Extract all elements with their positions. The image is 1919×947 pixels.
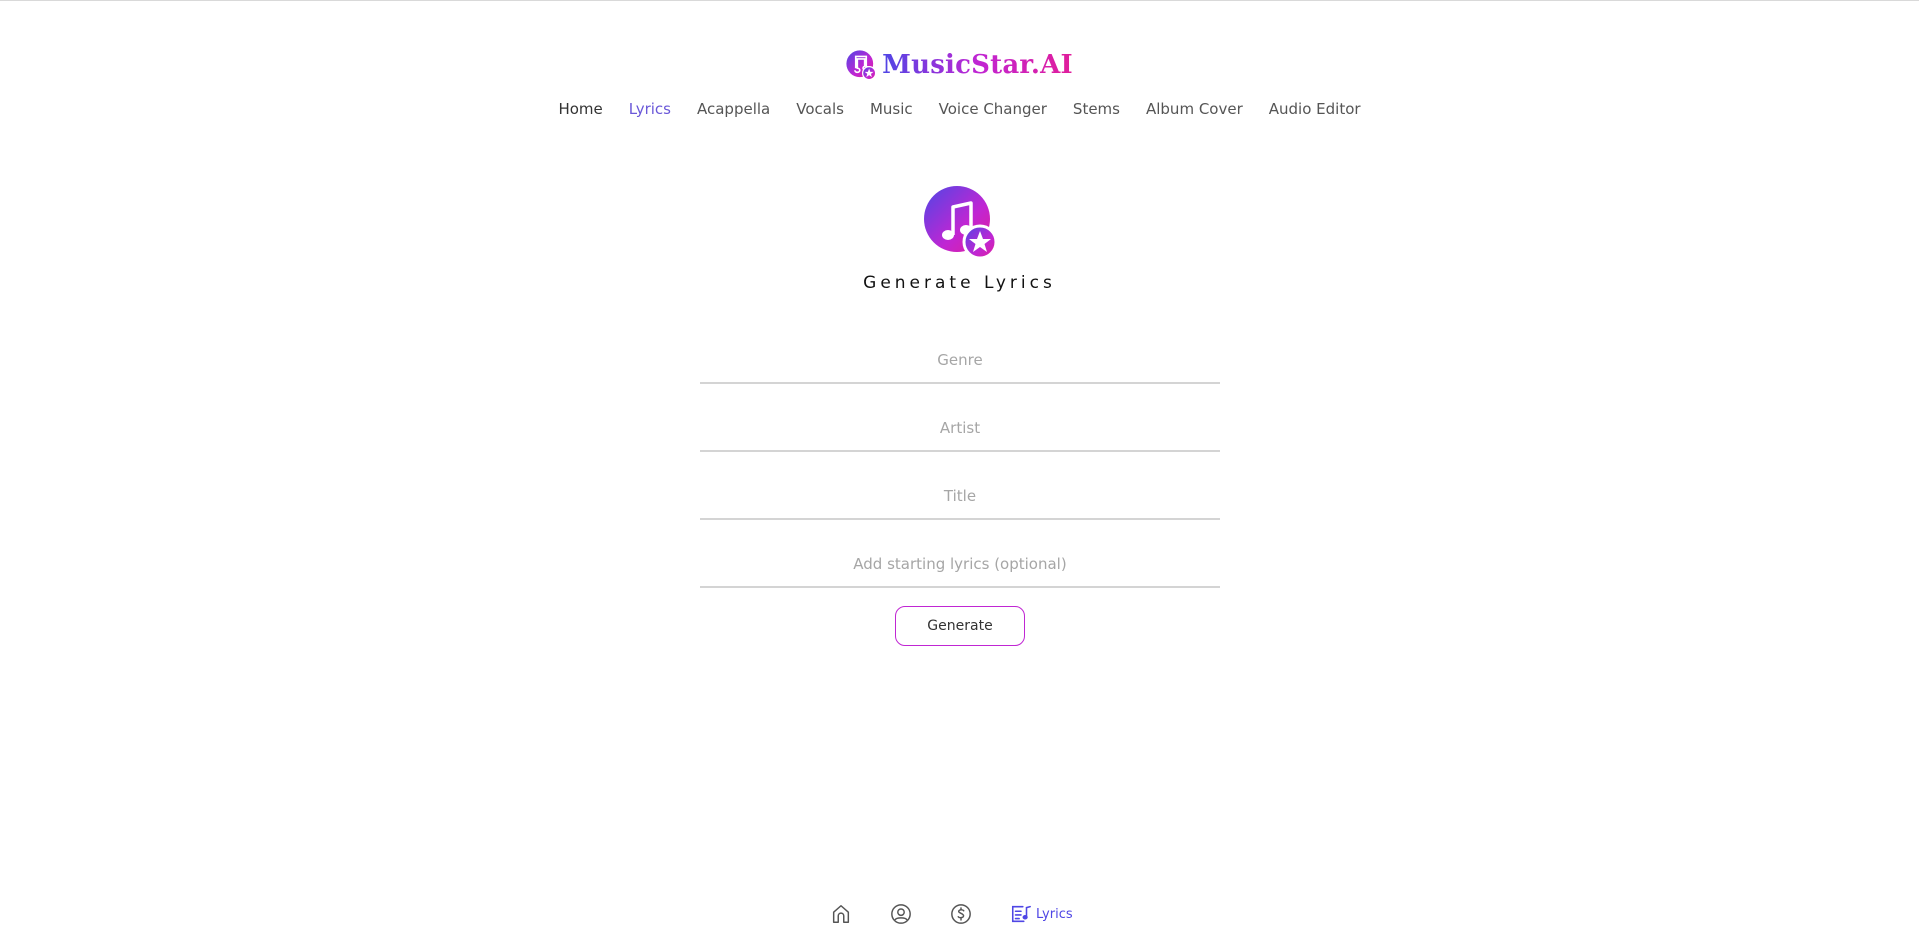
user-circle-icon [891, 904, 911, 924]
home-icon [832, 905, 850, 923]
bottom-nav: Lyrics [830, 903, 1111, 925]
nav-item-music[interactable]: Music [857, 100, 926, 118]
genre-input[interactable] [700, 338, 1220, 384]
nav-item-album-cover[interactable]: Album Cover [1133, 100, 1256, 118]
main-nav: Home Lyrics Acappella Vocals Music Voice… [0, 100, 1919, 118]
brand[interactable]: MusicStar.AI [0, 50, 1919, 80]
nav-item-audio-editor[interactable]: Audio Editor [1256, 100, 1374, 118]
bottom-nav-lyrics-label: Lyrics [1036, 906, 1073, 922]
nav-item-voice-changer[interactable]: Voice Changer [926, 100, 1060, 118]
starting-lyrics-input[interactable] [700, 542, 1220, 588]
dollar-circle-icon [951, 904, 971, 924]
nav-item-lyrics[interactable]: Lyrics [616, 100, 684, 118]
title-input[interactable] [700, 474, 1220, 520]
music-star-icon [846, 50, 877, 80]
music-star-icon [923, 186, 997, 259]
generate-button[interactable]: Generate [895, 606, 1025, 646]
artist-input[interactable] [700, 406, 1220, 452]
nav-item-acappella[interactable]: Acappella [684, 100, 783, 118]
brand-name: MusicStar.AI [882, 50, 1073, 80]
nav-item-home[interactable]: Home [545, 100, 615, 118]
nav-item-stems[interactable]: Stems [1060, 100, 1133, 118]
lyrics-form: Generate [700, 338, 1220, 646]
top-divider [0, 0, 1919, 1]
bottom-nav-account[interactable] [890, 903, 912, 925]
nav-item-vocals[interactable]: Vocals [783, 100, 857, 118]
hero: Generate Lyrics [0, 185, 1919, 293]
lyrics-icon [1011, 905, 1031, 923]
page-title: Generate Lyrics [863, 273, 1056, 293]
bottom-nav-lyrics[interactable]: Lyrics [1010, 903, 1073, 925]
bottom-nav-pricing[interactable] [950, 903, 972, 925]
bottom-nav-home[interactable] [830, 903, 852, 925]
